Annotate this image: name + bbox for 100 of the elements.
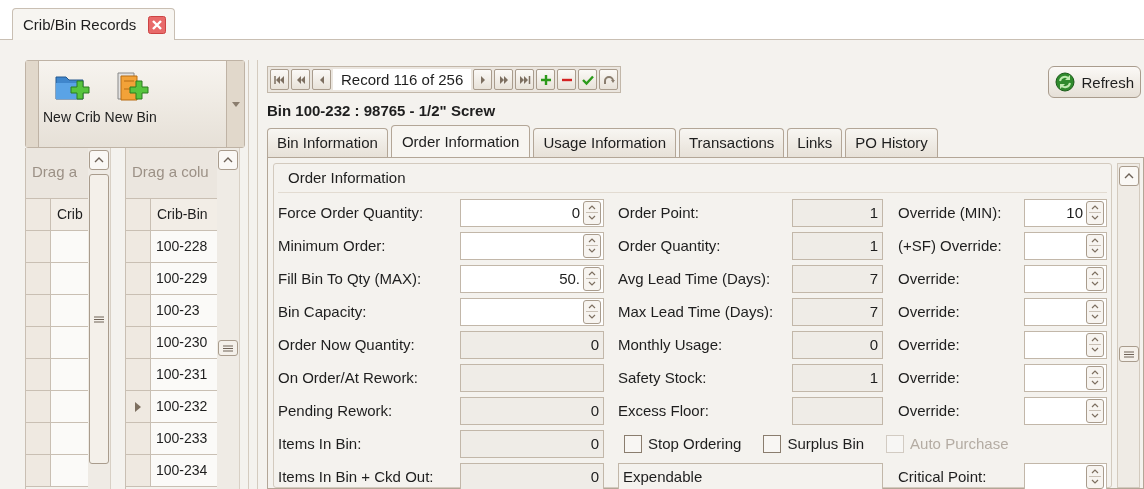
readonly-field: 0	[460, 330, 604, 359]
previous-record-button[interactable]	[312, 69, 331, 90]
table-cell: 100-233	[151, 423, 217, 454]
dropdown-button[interactable]	[226, 61, 244, 147]
readonly-field: 7	[792, 297, 883, 326]
readonly-field: 0	[460, 462, 604, 489]
tab[interactable]: Transactions	[679, 128, 785, 157]
field-label: Items In Bin:	[278, 435, 363, 452]
spin-buttons[interactable]	[1086, 233, 1104, 258]
last-record-button[interactable]	[515, 69, 535, 90]
group-by-hint: Drag a	[26, 148, 88, 198]
current-row-icon	[135, 401, 141, 412]
spin-buttons[interactable]	[1086, 398, 1104, 423]
group-title: Order Information	[278, 164, 1107, 193]
number-field[interactable]	[460, 297, 604, 326]
spin-buttons[interactable]	[583, 266, 601, 291]
scrollbar[interactable]	[88, 148, 110, 489]
previous-page-button[interactable]	[291, 69, 310, 90]
number-field[interactable]	[460, 231, 604, 260]
spin-buttons[interactable]	[1086, 266, 1104, 291]
splitter[interactable]	[248, 60, 258, 489]
spin-buttons[interactable]	[583, 299, 601, 324]
number-field[interactable]	[1024, 462, 1107, 489]
number-field[interactable]: 50.	[460, 264, 604, 293]
tab[interactable]: Links	[787, 128, 843, 157]
next-page-button[interactable]	[494, 69, 514, 90]
field-label: (+SF) Override:	[898, 237, 1003, 254]
number-field[interactable]	[1024, 330, 1107, 359]
table-cell: 100-23	[151, 295, 217, 326]
refresh-button[interactable]: Refresh	[1048, 66, 1141, 98]
field-label: Fill Bin To Qty (MAX):	[278, 270, 423, 287]
scroll-thumb[interactable]	[1118, 346, 1139, 362]
tab[interactable]: Order Information	[390, 125, 531, 157]
spin-buttons[interactable]	[1086, 365, 1104, 390]
scroll-thumb[interactable]	[89, 174, 109, 464]
tab[interactable]: Usage Information	[533, 128, 676, 157]
record-position: Record 116 of 256	[333, 69, 472, 90]
delete-record-button[interactable]	[557, 69, 577, 90]
group-by-hint: Drag a colu	[126, 148, 217, 198]
column-header[interactable]: Crib-Bin	[151, 199, 217, 230]
row-indicator[interactable]	[126, 391, 151, 422]
number-field[interactable]: 10	[1024, 198, 1107, 227]
scrollbar[interactable]	[1117, 163, 1140, 488]
field-label: Excess Floor:	[618, 402, 710, 419]
number-field[interactable]	[1024, 231, 1107, 260]
spin-buttons[interactable]	[583, 233, 601, 258]
table-cell: 100-229	[151, 263, 217, 294]
add-record-button[interactable]	[536, 69, 556, 90]
table-cell: 100-228	[151, 231, 217, 262]
scroll-thumb[interactable]	[218, 340, 238, 356]
cancel-edit-button[interactable]	[599, 69, 619, 90]
readonly-field: 1	[792, 198, 883, 227]
table-cell: 100-232	[151, 391, 217, 422]
scroll-up-button[interactable]	[218, 150, 238, 170]
field-label: Monthly Usage:	[618, 336, 724, 353]
refresh-icon	[1055, 72, 1076, 92]
number-field[interactable]	[1024, 396, 1107, 425]
skip-end-icon	[518, 73, 531, 86]
field-label: Bin Capacity:	[278, 303, 368, 320]
curved-arrow-icon	[602, 73, 615, 86]
fast-forward-icon	[497, 73, 510, 86]
number-field[interactable]: 0	[460, 198, 604, 227]
first-record-button[interactable]	[270, 69, 289, 90]
text-field[interactable]: Expendable	[618, 462, 883, 489]
field-label: On Order/At Rework:	[278, 369, 420, 386]
checkbox[interactable]	[763, 434, 782, 453]
spin-buttons[interactable]	[1086, 299, 1104, 324]
toolbar-button[interactable]: New Crib	[43, 65, 101, 147]
field-label: Order Point:	[618, 204, 700, 221]
spin-buttons[interactable]	[1086, 464, 1104, 489]
checkmark-icon	[581, 73, 594, 86]
toolbar-grip[interactable]	[26, 61, 39, 147]
checkbox-label[interactable]: Surplus Bin	[787, 435, 865, 452]
field-label: Avg Lead Time (Days):	[618, 270, 772, 287]
checkbox[interactable]	[624, 434, 642, 453]
checkbox-label[interactable]: Stop Ordering	[648, 435, 742, 452]
tab[interactable]: Bin Information	[267, 128, 388, 157]
scroll-up-button[interactable]	[89, 150, 109, 170]
number-field[interactable]	[1024, 264, 1107, 293]
table-cell: 100-234	[151, 455, 217, 486]
toolbar-button[interactable]: New Bin	[104, 65, 157, 147]
readonly-field: 7	[792, 264, 883, 293]
chevron-up-icon	[1123, 173, 1134, 179]
readonly-field: 0	[792, 330, 883, 359]
scrollbar[interactable]	[217, 148, 239, 489]
save-record-button[interactable]	[578, 69, 598, 90]
column-header[interactable]: Crib	[51, 199, 88, 230]
spin-buttons[interactable]	[1086, 332, 1104, 357]
spin-buttons[interactable]	[1086, 200, 1104, 225]
document-tab[interactable]: Crib/Bin Records	[12, 8, 176, 40]
chevron-up-icon	[94, 157, 104, 163]
tab[interactable]: PO History	[845, 128, 938, 157]
number-field[interactable]	[1024, 297, 1107, 326]
field-label: Override (MIN):	[898, 204, 1003, 221]
field-label: Override:	[898, 303, 961, 320]
next-record-button[interactable]	[473, 69, 493, 90]
field-label: Pending Rework:	[278, 402, 394, 419]
scroll-up-button[interactable]	[1118, 166, 1139, 186]
spin-buttons[interactable]	[583, 200, 601, 225]
number-field[interactable]	[1024, 363, 1107, 392]
